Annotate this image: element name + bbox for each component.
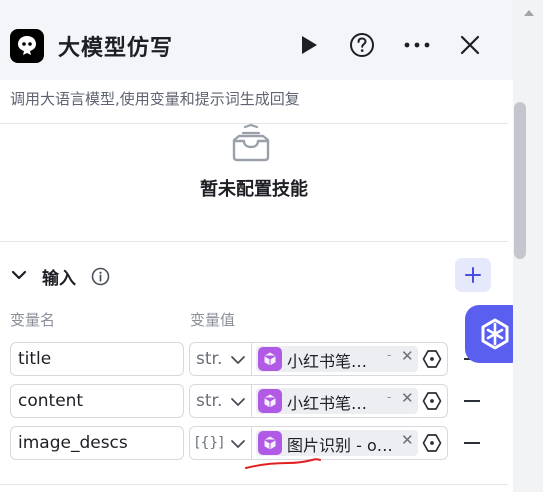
assistant-logo-icon xyxy=(481,318,509,350)
variable-type-value: str. xyxy=(196,349,223,369)
help-button[interactable] xyxy=(347,30,377,60)
variable-picker-hexagon-icon[interactable] xyxy=(422,433,442,453)
divider xyxy=(0,241,508,242)
divider xyxy=(0,484,508,485)
variable-value-field[interactable]: 小红书笔… - ✕ xyxy=(251,342,448,376)
panel-header: 大模型仿写 xyxy=(0,0,513,80)
chevron-down-icon xyxy=(231,356,245,364)
skills-empty-text: 暂未配置技能 xyxy=(200,179,308,200)
variable-reference-text: 小红书笔… xyxy=(287,394,368,413)
remove-reference-icon[interactable]: ✕ xyxy=(401,431,414,449)
play-icon xyxy=(302,36,317,54)
scrollbar-thumb[interactable] xyxy=(514,102,526,259)
variable-type-select[interactable]: [{}] xyxy=(189,426,251,460)
close-icon xyxy=(460,35,480,55)
node-cube-icon xyxy=(258,431,282,455)
variable-type-select[interactable]: str. xyxy=(189,342,251,376)
variable-name-input[interactable]: title xyxy=(10,342,184,376)
close-button[interactable] xyxy=(455,30,485,60)
help-circle-icon xyxy=(350,33,374,57)
variable-reference-tag[interactable]: 小红书笔… - ✕ xyxy=(256,346,418,372)
more-horizontal-icon xyxy=(404,42,430,48)
variable-value-field[interactable]: 小红书笔… - ✕ xyxy=(251,384,448,418)
variable-picker-hexagon-icon[interactable] xyxy=(422,349,442,369)
llm-node-logo-icon xyxy=(10,29,44,63)
empty-inbox-icon xyxy=(232,124,270,162)
column-header-name: 变量名 xyxy=(10,311,56,329)
scroll-up-arrow-icon[interactable] xyxy=(523,9,535,17)
remove-variable-button[interactable] xyxy=(464,400,480,402)
variable-reference-text: 图片识别 - o… xyxy=(287,436,393,455)
node-cube-icon xyxy=(258,347,282,371)
node-config-panel: 大模型仿写 调用大语言模型,使用变量和提示词生成回复 暂未配置技能 输入 变量名… xyxy=(0,0,513,492)
variable-picker-hexagon-icon[interactable] xyxy=(422,391,442,411)
variable-type-value: str. xyxy=(196,391,223,411)
node-description: 调用大语言模型,使用变量和提示词生成回复 xyxy=(10,90,300,108)
remove-variable-button[interactable] xyxy=(464,442,480,444)
add-variable-button[interactable] xyxy=(455,258,491,292)
more-button[interactable] xyxy=(402,30,432,60)
run-button[interactable] xyxy=(294,30,324,60)
reference-separator: - xyxy=(387,390,392,404)
red-underline-annotation xyxy=(245,458,321,469)
node-cube-icon xyxy=(258,389,282,413)
chevron-down-icon xyxy=(231,398,245,406)
info-icon[interactable] xyxy=(91,267,110,286)
variable-reference-text: 小红书笔… xyxy=(287,352,368,371)
input-section-title: 输入 xyxy=(42,269,76,289)
variable-type-select[interactable]: str. xyxy=(189,384,251,418)
remove-reference-icon[interactable]: ✕ xyxy=(401,389,414,407)
variable-name-input[interactable]: content xyxy=(10,384,184,418)
remove-reference-icon[interactable]: ✕ xyxy=(401,347,414,365)
chevron-down-icon xyxy=(231,440,245,448)
variable-reference-tag[interactable]: 小红书笔… - ✕ xyxy=(256,388,418,414)
chevron-down-icon[interactable] xyxy=(10,268,28,282)
variable-type-value: [{}] xyxy=(195,435,224,451)
variable-name-input[interactable]: image_descs xyxy=(10,426,184,460)
reference-separator: - xyxy=(387,348,392,362)
variable-reference-tag[interactable]: 图片识别 - o… ✕ xyxy=(256,430,418,456)
column-header-value: 变量值 xyxy=(190,311,236,329)
node-title[interactable]: 大模型仿写 xyxy=(58,30,173,62)
plus-icon xyxy=(465,267,481,283)
